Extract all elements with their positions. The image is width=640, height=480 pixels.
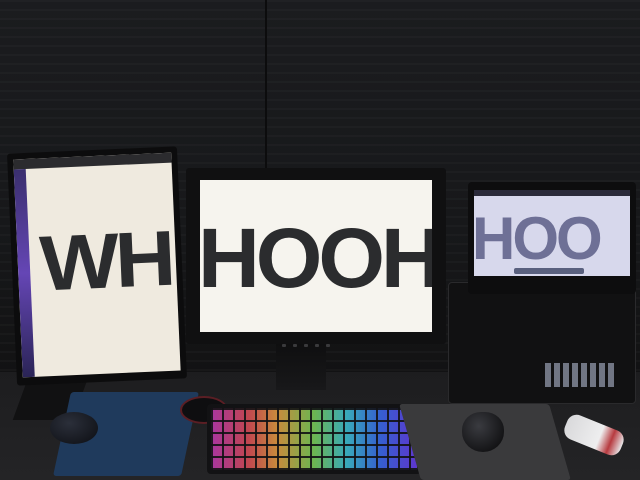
monitor-button [282, 344, 286, 347]
monitor-button [304, 344, 308, 347]
laptop-word: HOO [474, 205, 603, 272]
browser-tab-bar [13, 152, 172, 170]
design-app-sidebar [13, 169, 35, 378]
center-monitor-screen: HOOH [200, 180, 432, 332]
desk-photo-scene: WH HOOH HOO [0, 0, 640, 480]
center-monitor-stand [276, 344, 326, 390]
center-monitor: HOOH [186, 168, 446, 347]
right-mouse [462, 412, 504, 452]
left-monitor-word: WH [37, 213, 174, 308]
wall-seam [265, 0, 267, 175]
monitor-buttons [282, 334, 352, 347]
left-mouse [50, 412, 98, 444]
left-monitor-screen: WH [13, 152, 181, 378]
keyboard-keys [211, 408, 417, 470]
center-monitor-word: HOOH [200, 211, 432, 305]
monitor-button [326, 344, 330, 347]
laptop-stickers [545, 363, 615, 387]
laptop-dock [514, 268, 584, 274]
monitor-button [293, 344, 297, 347]
left-portrait-monitor: WH [7, 146, 187, 386]
rgb-keyboard [207, 404, 421, 474]
laptop-lid: HOO [468, 182, 636, 294]
laptop-menu-bar [474, 190, 630, 196]
laptop-screen: HOO [474, 190, 630, 276]
monitor-button [315, 344, 319, 347]
laptop-base [448, 282, 636, 404]
